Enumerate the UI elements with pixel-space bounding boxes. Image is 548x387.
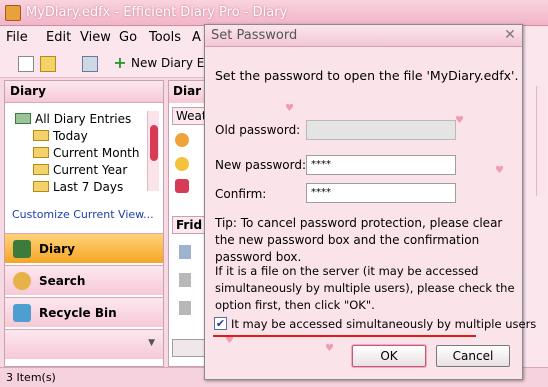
heart-decoration: ♥ xyxy=(325,343,334,354)
menu-tools[interactable]: Tools xyxy=(149,30,181,45)
folder-icon xyxy=(33,130,49,141)
menu-bar: File Edit View Go Tools A xyxy=(0,26,210,50)
folder-icon xyxy=(33,181,49,192)
diary-book-icon xyxy=(15,113,31,124)
server-note: If it is a file on the server (it may be… xyxy=(215,264,515,312)
heart-decoration: ♥ xyxy=(455,115,464,126)
title-bar: MyDiary.edfx - Efficient Diary Pro - Dia… xyxy=(0,0,548,26)
folder-icon xyxy=(33,147,49,158)
chevron-down-icon: ▼ xyxy=(148,338,155,348)
print-icon[interactable] xyxy=(82,56,98,72)
tree-item-last-7-days[interactable]: Last 7 Days xyxy=(33,180,123,194)
heart-decoration: ♥ xyxy=(285,103,294,114)
entry-icon[interactable] xyxy=(179,273,191,287)
diary-list-header: Diar xyxy=(169,81,207,103)
nav-recycle-bin[interactable]: Recycle Bin xyxy=(5,297,163,327)
tree-scrollbar[interactable] xyxy=(147,111,159,191)
window-title: MyDiary.edfx - Efficient Diary Pro - Dia… xyxy=(26,5,288,20)
close-icon[interactable]: ✕ xyxy=(502,27,518,43)
dialog-title: Set Password xyxy=(205,25,522,47)
nav-search[interactable]: Search xyxy=(5,265,163,295)
add-icon[interactable]: + xyxy=(112,55,128,72)
menu-file[interactable]: File xyxy=(6,30,28,45)
item-count: 3 Item(s) xyxy=(6,371,56,384)
nav-diary[interactable]: Diary xyxy=(5,233,163,263)
folder-icon xyxy=(33,164,49,175)
tree-item-all[interactable]: All Diary Entries xyxy=(15,112,131,126)
menu-edit[interactable]: Edit xyxy=(46,30,71,45)
diary-icon xyxy=(13,240,31,258)
old-password-field[interactable] xyxy=(306,120,456,140)
menu-view[interactable]: View xyxy=(80,30,111,45)
tip-text: Tip: To cancel password protection, plea… xyxy=(215,216,503,264)
menu-more[interactable]: A xyxy=(192,30,201,45)
sunny-icon xyxy=(175,157,189,171)
old-password-label: Old password: xyxy=(215,123,301,137)
nav-overflow[interactable]: ▼ xyxy=(5,329,163,359)
new-file-icon[interactable] xyxy=(18,56,34,72)
menu-go[interactable]: Go xyxy=(119,30,137,45)
tree-item-current-month[interactable]: Current Month xyxy=(33,146,140,160)
multi-user-checkbox[interactable]: ✔ xyxy=(214,317,227,330)
tab-weather[interactable]: Weat xyxy=(172,107,207,125)
right-scrollbar[interactable] xyxy=(536,86,546,196)
cancel-button[interactable]: Cancel xyxy=(436,345,510,367)
left-pane: Diary All Diary Entries Today Current Mo… xyxy=(4,80,164,367)
diary-list-pane: Diar Weat Frid xyxy=(168,80,208,367)
recycle-bin-icon xyxy=(13,304,31,322)
tree-item-current-year[interactable]: Current Year xyxy=(33,163,127,177)
entry-icon[interactable] xyxy=(179,245,191,259)
open-folder-icon[interactable] xyxy=(40,56,56,72)
mid-button[interactable] xyxy=(172,339,207,357)
entry-icon[interactable] xyxy=(179,301,191,315)
new-password-field[interactable]: **** xyxy=(306,155,456,175)
weather-icon xyxy=(175,133,189,147)
red-underline xyxy=(213,335,476,337)
toolbar: + New Diary E xyxy=(0,50,210,78)
scrollbar-thumb[interactable] xyxy=(150,125,158,161)
new-password-label: New password: xyxy=(215,158,307,172)
confirm-password-field[interactable]: **** xyxy=(306,183,456,203)
new-diary-entry-button[interactable]: New Diary E xyxy=(131,56,204,70)
ok-button[interactable]: OK xyxy=(352,345,426,367)
heart-decoration: ♥ xyxy=(495,165,504,176)
day-header: Frid xyxy=(172,216,207,234)
confirm-label: Confirm: xyxy=(215,187,267,201)
app-icon xyxy=(5,5,21,21)
customize-view-link[interactable]: Customize Current View... xyxy=(12,208,154,221)
left-pane-header: Diary xyxy=(5,81,163,103)
multi-user-checkbox-label[interactable]: It may be accessed simultaneously by mul… xyxy=(231,317,536,331)
tree-item-today[interactable]: Today xyxy=(33,129,88,143)
thermometer-icon xyxy=(175,179,189,193)
set-password-dialog: Set Password ✕ ♥ ♥ ♥ ♥ ♥ Set the passwor… xyxy=(204,24,536,380)
search-icon xyxy=(13,272,31,290)
dialog-prompt: Set the password to open the file 'MyDia… xyxy=(215,68,519,83)
